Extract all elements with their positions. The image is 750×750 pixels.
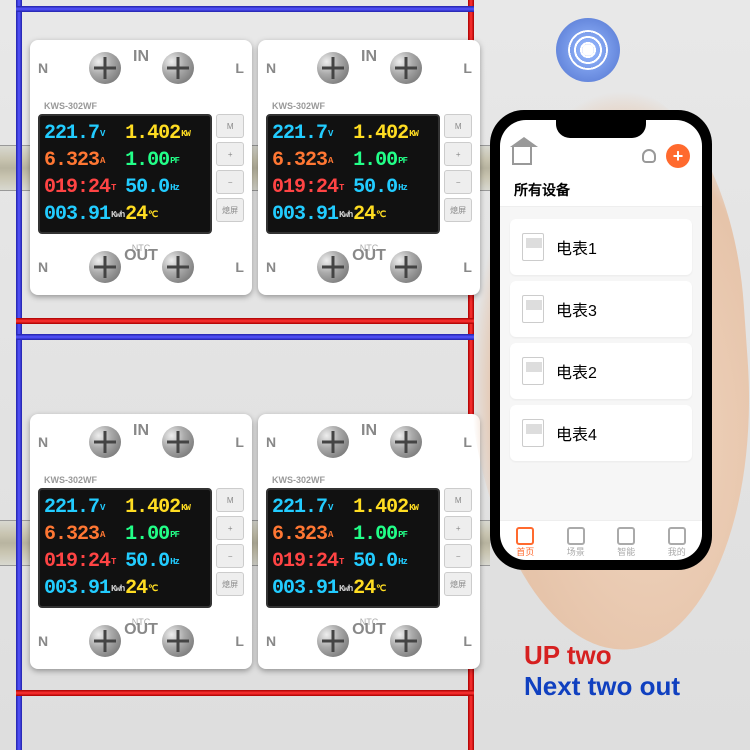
smartphone: 09:22 4G + 所有设备 电表1 xyxy=(490,110,712,570)
meter-button-plus[interactable]: + xyxy=(216,142,244,166)
bottom-nav: 首页 场景 智能 我的 xyxy=(500,520,702,560)
screw-icon xyxy=(317,625,349,657)
device-name: 电表4 xyxy=(556,421,597,445)
lcd-display: 221.7V 1.402KW 6.323A 1.00PF 019:24T 50.… xyxy=(266,488,440,608)
meter-button-plus[interactable]: + xyxy=(216,516,244,540)
device-name: 电表1 xyxy=(556,235,597,259)
wire-neutral xyxy=(16,6,474,12)
meter-button-screen[interactable]: 熄屏 xyxy=(216,572,244,596)
device-name: 电表2 xyxy=(556,359,597,383)
screw-icon xyxy=(162,426,194,458)
caption-line1: UP two xyxy=(524,640,680,671)
terminal-l: L xyxy=(235,259,244,275)
screw-icon xyxy=(89,251,121,283)
screw-icon xyxy=(390,251,422,283)
wifi-icon xyxy=(556,18,620,82)
terminal-n: N xyxy=(38,60,48,76)
meter-button-m[interactable]: M xyxy=(216,114,244,138)
meter-button-minus[interactable]: − xyxy=(216,170,244,194)
screw-icon xyxy=(162,625,194,657)
meter-button-m[interactable]: M xyxy=(216,488,244,512)
meter-icon xyxy=(522,295,544,323)
screw-icon xyxy=(390,426,422,458)
screw-icon xyxy=(162,52,194,84)
wire-live xyxy=(16,690,474,696)
screw-icon xyxy=(317,251,349,283)
wire-neutral xyxy=(16,334,474,340)
phone-in-hand: 09:22 4G + 所有设备 电表1 xyxy=(468,90,748,650)
caption: UP two Next two out xyxy=(524,640,680,702)
device-name: 电表3 xyxy=(556,297,597,321)
screw-icon xyxy=(390,52,422,84)
screw-icon xyxy=(89,625,121,657)
lcd-display: 221.7V 1.402KW 6.323A 1.00PF 019:24T 50.… xyxy=(38,114,212,234)
power-meter: N IN L KWS-302WF 221.7V 1.402KW 6.323A 1… xyxy=(258,414,480,669)
product-diagram: N IN L KWS-302WF 221.7V 1.402KW 6.323A 1… xyxy=(0,0,750,750)
home-icon[interactable] xyxy=(512,147,532,165)
nav-scene[interactable]: 场景 xyxy=(567,527,585,558)
device-item[interactable]: 电表2 xyxy=(510,343,692,399)
nav-home[interactable]: 首页 xyxy=(516,527,534,558)
device-item[interactable]: 电表3 xyxy=(510,281,692,337)
out-label: OUT xyxy=(124,247,158,265)
terminal-n: N xyxy=(38,259,48,275)
meter-button-screen[interactable]: 熄屏 xyxy=(216,198,244,222)
add-button[interactable]: + xyxy=(666,144,690,168)
terminal-l: L xyxy=(235,60,244,76)
screw-icon xyxy=(390,625,422,657)
screw-icon xyxy=(89,52,121,84)
meter-button-minus[interactable]: − xyxy=(216,544,244,568)
wire-live xyxy=(16,318,474,324)
nav-me[interactable]: 我的 xyxy=(668,527,686,558)
meter-icon xyxy=(522,233,544,261)
power-meter: N IN L KWS-302WF 221.7V 1.402KW 6.323A 1… xyxy=(30,40,252,295)
lcd-display: 221.7V 1.402KW 6.323A 1.00PF 019:24T 50.… xyxy=(38,488,212,608)
device-item[interactable]: 电表4 xyxy=(510,405,692,461)
device-item[interactable]: 电表1 xyxy=(510,219,692,275)
screw-icon xyxy=(162,251,194,283)
caption-line2: Next two out xyxy=(524,671,680,702)
power-meter: N IN L KWS-302WF 221.7V 1.402KW 6.323A 1… xyxy=(30,414,252,669)
meter-icon xyxy=(522,357,544,385)
mic-icon[interactable] xyxy=(642,149,656,163)
model-label: KWS-302WF xyxy=(44,101,97,111)
screw-icon xyxy=(89,426,121,458)
screw-icon xyxy=(317,426,349,458)
meter-icon xyxy=(522,419,544,447)
device-list: 电表1 电表3 电表2 电表4 xyxy=(500,207,702,520)
nav-smart[interactable]: 智能 xyxy=(617,527,635,558)
notch xyxy=(556,120,646,138)
in-label: IN xyxy=(133,48,149,66)
section-title: 所有设备 xyxy=(500,174,702,207)
lcd-display: 221.7V 1.402KW 6.323A 1.00PF 019:24T 50.… xyxy=(266,114,440,234)
power-meter: N IN L KWS-302WF 221.7V 1.402KW 6.323A 1… xyxy=(258,40,480,295)
wire-neutral xyxy=(16,0,22,750)
screw-icon xyxy=(317,52,349,84)
